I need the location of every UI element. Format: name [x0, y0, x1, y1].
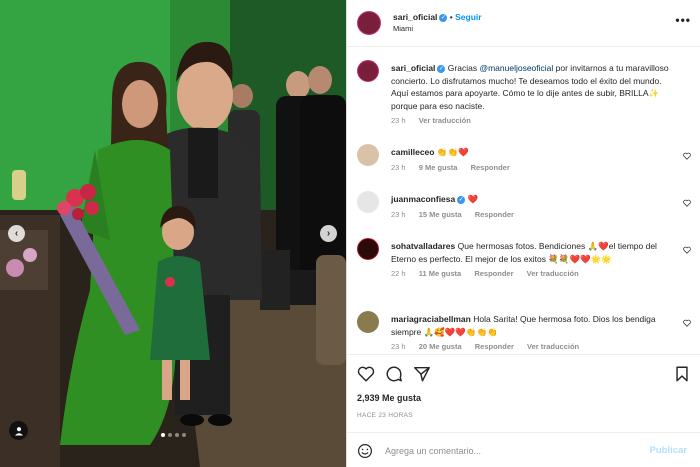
comment-icon[interactable] — [385, 365, 403, 383]
comment-reply-button[interactable]: Responder — [475, 210, 514, 219]
carousel-dot — [181, 433, 186, 437]
carousel-dot — [160, 433, 165, 437]
post-timestamp[interactable]: HACE 23 HORAS — [357, 412, 413, 419]
comments-list: sari_oficial ✓ Gracias @manueljoseoficial… — [347, 47, 700, 354]
comment-username[interactable]: sohatvalladares — [391, 241, 455, 251]
caption-body: sari_oficial ✓ Gracias @manueljoseoficial… — [391, 62, 673, 128]
comment-time[interactable]: 22 h — [391, 269, 406, 278]
comment-text: 👏👏❤️ — [436, 147, 469, 157]
comment-meta: 22 h 11 Me gusta Responder Ver traducció… — [391, 268, 673, 281]
post-location[interactable]: Miami — [393, 23, 482, 35]
comment-reply-button[interactable]: Responder — [474, 269, 513, 278]
comment-likes[interactable]: 15 Me gusta — [419, 210, 462, 219]
comment-translation-link[interactable]: Ver traducción — [527, 269, 579, 278]
comment-likes[interactable]: 20 Me gusta — [419, 342, 462, 351]
comment-time[interactable]: 23 h — [391, 163, 406, 172]
follow-button[interactable]: Seguir — [455, 12, 481, 22]
verified-icon: ✓ — [439, 13, 448, 22]
post-photo — [0, 0, 346, 467]
comment-time[interactable]: 23 h — [391, 210, 406, 219]
comment-body: juanmaconfiesa ✓ ❤️ 23 h 15 Me gusta Resp… — [391, 193, 673, 221]
comment-likes[interactable]: 9 Me gusta — [419, 163, 458, 172]
emoji-icon[interactable] — [357, 443, 373, 459]
heart-icon[interactable] — [683, 199, 691, 207]
comment-username[interactable]: juanmaconfiesa — [391, 194, 455, 204]
commenter-avatar[interactable] — [357, 311, 379, 333]
comment-reply-button[interactable]: Responder — [475, 342, 514, 351]
caption-meta: 23 h Ver traducción — [391, 115, 673, 128]
author-avatar[interactable] — [357, 11, 381, 35]
comment-translation-link[interactable]: Ver traducción — [527, 342, 579, 351]
comment-meta: 23 h 15 Me gusta Responder — [391, 209, 673, 222]
post-details-panel: sari_oficial ✓ • Seguir Miami ••• sari_of… — [346, 0, 700, 467]
comment-composer: Agrega un comentario... Publicar — [347, 432, 700, 467]
comment-meta: 23 h 20 Me gusta Responder Ver traducció… — [391, 341, 673, 354]
verified-icon: ✓ — [437, 64, 446, 73]
post-actions — [347, 354, 700, 392]
caption-translation-link[interactable]: Ver traducción — [419, 116, 471, 125]
commenter-avatar[interactable] — [357, 191, 379, 213]
comment-body: camilleceo 👏👏❤️ 23 h 9 Me gusta Responde… — [391, 146, 673, 174]
publish-comment-button[interactable]: Publicar — [650, 445, 688, 456]
comment-username[interactable]: mariagraciabellman — [391, 314, 471, 324]
comment-username[interactable]: camilleceo — [391, 147, 434, 157]
chevron-left-icon[interactable]: ‹ — [8, 225, 25, 242]
chevron-right-icon[interactable]: › — [320, 225, 337, 242]
comment-reply-button[interactable]: Responder — [471, 163, 510, 172]
likes-count[interactable]: 2,939 Me gusta — [357, 393, 421, 403]
comment-meta: 23 h 9 Me gusta Responder — [391, 162, 673, 175]
caption-text-before: Gracias — [447, 63, 480, 73]
more-options-button[interactable]: ••• — [675, 13, 691, 27]
commenter-avatar[interactable] — [357, 238, 379, 260]
comment-text: ❤️ — [467, 194, 479, 204]
caption-username[interactable]: sari_oficial — [391, 63, 435, 73]
comment-time[interactable]: 23 h — [391, 342, 406, 351]
heart-icon[interactable] — [683, 152, 691, 160]
heart-icon[interactable] — [683, 246, 691, 254]
bookmark-icon[interactable] — [673, 365, 691, 383]
comment-body: mariagraciabellman Hola Sarita! Que herm… — [391, 313, 673, 354]
caption-time[interactable]: 23 h — [391, 116, 406, 125]
comment-body: sohatvalladares Que hermosas fotos. Bend… — [391, 240, 673, 281]
comment-likes[interactable]: 11 Me gusta — [419, 269, 462, 278]
carousel-dots — [0, 433, 346, 437]
post-header: sari_oficial ✓ • Seguir Miami ••• — [347, 0, 700, 47]
caption-mention[interactable]: @manueljoseoficial — [479, 63, 553, 73]
caption-avatar[interactable] — [357, 60, 379, 82]
share-icon[interactable] — [413, 365, 431, 383]
post-media: ‹ › — [0, 0, 346, 467]
author-username[interactable]: sari_oficial — [393, 12, 437, 22]
carousel-dot — [167, 433, 172, 437]
heart-icon[interactable] — [357, 365, 375, 383]
author-block: sari_oficial ✓ • Seguir Miami — [393, 11, 482, 35]
commenter-avatar[interactable] — [357, 144, 379, 166]
heart-icon[interactable] — [683, 319, 691, 327]
verified-icon: ✓ — [457, 195, 466, 204]
user-tag-icon[interactable] — [9, 421, 28, 440]
carousel-dot — [174, 433, 179, 437]
instagram-post-modal: ‹ › sari_oficial ✓ • Seguir Miami ••• sa… — [0, 0, 700, 467]
comment-input[interactable]: Agrega un comentario... — [385, 446, 481, 456]
